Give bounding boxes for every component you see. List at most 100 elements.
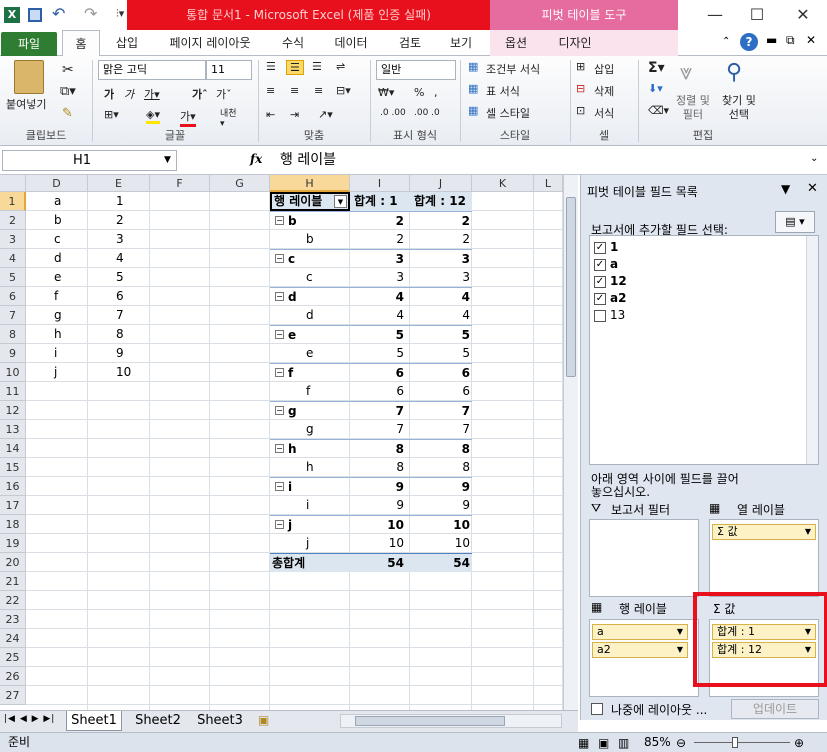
collapse-icon[interactable]: − xyxy=(275,216,284,225)
cell-d6[interactable]: f xyxy=(26,287,88,306)
minimize-button[interactable]: — xyxy=(700,4,730,26)
normal-view-icon[interactable]: ▦ xyxy=(578,734,589,752)
col-header-E[interactable]: E xyxy=(88,175,150,192)
tab-home[interactable]: 홈 xyxy=(62,30,100,57)
wrap-text-icon[interactable]: ⇌ xyxy=(336,60,345,73)
find-select-button[interactable]: 찾기 및 선택 xyxy=(722,94,756,122)
column-value-pill[interactable]: Σ 값 ▼ xyxy=(712,524,816,540)
redo-icon[interactable]: ↷ xyxy=(84,4,97,23)
fill-icon[interactable]: ⬇▾ xyxy=(648,82,663,95)
align-right-icon[interactable]: ≡ xyxy=(314,84,323,97)
undo-icon[interactable]: ↶ xyxy=(52,4,65,23)
font-size-combo[interactable]: 11 xyxy=(206,60,252,80)
delete-cells-button[interactable]: 삭제 xyxy=(594,83,614,99)
merge-icon[interactable]: ⊟▾ xyxy=(336,84,351,97)
pivot-cell-sum12[interactable]: 4 xyxy=(410,287,472,306)
row-header-25[interactable]: 25 xyxy=(0,648,26,667)
pivot-cell-sum12[interactable]: 9 xyxy=(410,477,472,496)
cut-icon[interactable]: ✂ xyxy=(62,62,74,78)
row-header-10[interactable]: 10 xyxy=(0,363,26,382)
pivot-cell-sum12[interactable]: 3 xyxy=(410,268,472,287)
pivot-filter-dropdown-icon[interactable]: ▼ xyxy=(334,195,347,208)
pivot-cell-sum1[interactable]: 5 xyxy=(350,325,410,344)
report-filter-area[interactable] xyxy=(589,519,699,597)
doc-minimize-icon[interactable]: ▬ xyxy=(766,33,777,47)
autosum-icon[interactable]: Σ▾ xyxy=(648,60,665,76)
col-header-K[interactable]: K xyxy=(472,175,534,192)
tab-file[interactable]: 파일 xyxy=(1,32,57,56)
row-field-pill[interactable]: a2 ▼ xyxy=(592,642,688,658)
currency-icon[interactable]: ₩▾ xyxy=(378,86,394,99)
field-label-a[interactable]: a xyxy=(610,257,618,271)
field-list-dropdown-icon[interactable]: ▼ xyxy=(781,182,790,196)
border-icon[interactable]: ⊞▾ xyxy=(104,108,119,121)
row-header-22[interactable]: 22 xyxy=(0,591,26,610)
select-all-corner[interactable] xyxy=(0,175,26,192)
tab-data[interactable]: 데이터 xyxy=(328,30,374,56)
col-header-H[interactable]: H xyxy=(270,175,350,192)
row-header-11[interactable]: 11 xyxy=(0,382,26,401)
pivot-cell-sum12[interactable]: 10 xyxy=(410,515,472,534)
row-header-15[interactable]: 15 xyxy=(0,458,26,477)
cell-e1[interactable]: 1 xyxy=(88,192,150,211)
decrease-decimal-icon[interactable]: .00 .0 xyxy=(414,108,440,118)
underline-icon[interactable]: 가▾ xyxy=(144,86,160,102)
formula-input[interactable]: 행 레이블 xyxy=(270,150,810,171)
collapse-icon[interactable]: − xyxy=(275,406,284,415)
name-box[interactable]: H1 xyxy=(2,150,177,171)
cell-e3[interactable]: 3 xyxy=(88,230,150,249)
maximize-button[interactable]: ☐ xyxy=(742,4,772,26)
copy-icon[interactable]: ⧉▾ xyxy=(60,84,76,99)
grow-font-icon[interactable]: 가ˆ xyxy=(192,86,208,102)
pivot-row-label[interactable]: h xyxy=(270,458,350,477)
cell-d9[interactable]: i xyxy=(26,344,88,363)
zoom-slider[interactable] xyxy=(694,737,790,748)
pivot-cell-sum12[interactable]: 2 xyxy=(410,230,472,249)
row-header-5[interactable]: 5 xyxy=(0,268,26,287)
col-header-G[interactable]: G xyxy=(210,175,270,192)
pill-dropdown-icon[interactable]: ▼ xyxy=(677,625,683,639)
insert-cells-button[interactable]: 삽입 xyxy=(594,61,614,77)
cell-e2[interactable]: 2 xyxy=(88,211,150,230)
help-icon[interactable]: ? xyxy=(740,33,758,51)
pivot-cell-sum1[interactable]: 9 xyxy=(350,496,410,515)
pivot-cell-sum1[interactable]: 4 xyxy=(350,306,410,325)
increase-decimal-icon[interactable]: .0 .00 xyxy=(380,108,406,118)
fx-icon[interactable]: fx xyxy=(250,152,262,166)
zoom-out-icon[interactable]: ⊖ xyxy=(676,734,686,752)
cell-d4[interactable]: d xyxy=(26,249,88,268)
find-select-icon[interactable]: ⚲ xyxy=(726,60,742,85)
collapse-icon[interactable]: − xyxy=(275,254,284,263)
table-format-icon[interactable]: ▦ xyxy=(468,82,478,95)
pivot-cell-sum12[interactable]: 3 xyxy=(410,249,472,268)
pivot-cell-sum1[interactable]: 6 xyxy=(350,363,410,382)
tab-review[interactable]: 검토 xyxy=(390,30,430,56)
row-field-pill[interactable]: a ▼ xyxy=(592,624,688,640)
cell-e6[interactable]: 6 xyxy=(88,287,150,306)
format-painter-icon[interactable]: ✎ xyxy=(62,106,73,121)
cell-e8[interactable]: 8 xyxy=(88,325,150,344)
row-header-23[interactable]: 23 xyxy=(0,610,26,629)
cell-style-icon[interactable]: ▦ xyxy=(468,104,478,117)
fill-color-icon[interactable]: ◈▾ xyxy=(146,108,160,124)
pivot-cell-sum1[interactable]: 10 xyxy=(350,534,410,553)
paste-button-label[interactable]: 붙여넣기 xyxy=(6,96,46,112)
pivot-cell-sum12[interactable]: 4 xyxy=(410,306,472,325)
tab-design[interactable]: 디자인 xyxy=(552,30,598,56)
row-header-7[interactable]: 7 xyxy=(0,306,26,325)
field-checkbox-a2[interactable]: ✓ xyxy=(594,293,606,305)
cell-e9[interactable]: 9 xyxy=(88,344,150,363)
number-format-combo[interactable]: 일반 xyxy=(376,60,456,80)
align-left-icon[interactable]: ≡ xyxy=(266,84,275,97)
sheet-tab-2[interactable]: Sheet2 xyxy=(130,711,186,731)
excel-icon[interactable]: X xyxy=(4,7,20,23)
row-header-3[interactable]: 3 xyxy=(0,230,26,249)
cell-d2[interactable]: b xyxy=(26,211,88,230)
pill-dropdown-icon[interactable]: ▼ xyxy=(677,643,683,657)
zoom-slider-thumb[interactable] xyxy=(732,737,738,748)
scroll-thumb[interactable] xyxy=(566,197,576,377)
pivot-cell-sum12[interactable]: 7 xyxy=(410,420,472,439)
align-center-icon[interactable]: ≡ xyxy=(290,84,299,97)
pivot-cell-sum1[interactable]: 6 xyxy=(350,382,410,401)
pivot-cell-sum12[interactable]: 6 xyxy=(410,382,472,401)
